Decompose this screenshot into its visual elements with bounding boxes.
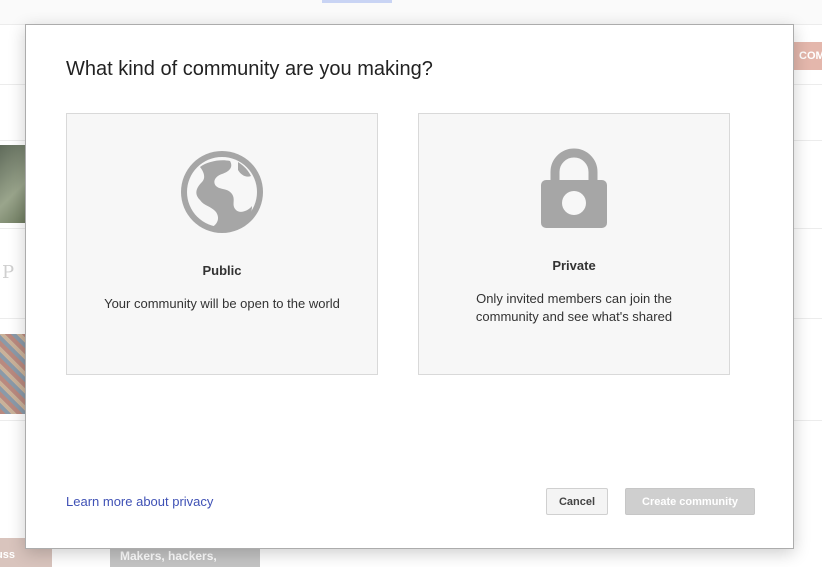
- lock-icon: [419, 148, 729, 230]
- dialog-title: What kind of community are you making?: [66, 58, 433, 80]
- create-community-dialog: What kind of community are you making? P…: [25, 24, 794, 549]
- private-option-label: Private: [552, 258, 596, 273]
- private-option-card[interactable]: Private Only invited members can join th…: [418, 113, 730, 375]
- background-top-bar: [0, 0, 822, 25]
- background-community-thumbnail: [0, 334, 26, 414]
- cancel-button[interactable]: Cancel: [546, 488, 608, 515]
- create-community-button[interactable]: Create community: [625, 488, 755, 515]
- public-option-card[interactable]: Public Your community will be open to th…: [66, 113, 378, 375]
- public-option-label: Public: [202, 263, 242, 278]
- learn-more-privacy-link[interactable]: Learn more about privacy: [66, 494, 213, 509]
- background-active-tab-indicator: [322, 0, 392, 3]
- globe-icon: [67, 148, 377, 236]
- background-monogram: P: [2, 262, 15, 283]
- public-option-description: Your community will be open to the world: [104, 296, 340, 311]
- private-option-description: Only invited members can join the commun…: [475, 291, 673, 324]
- background-create-button: COM: [793, 42, 822, 70]
- background-community-thumbnail: [0, 145, 26, 223]
